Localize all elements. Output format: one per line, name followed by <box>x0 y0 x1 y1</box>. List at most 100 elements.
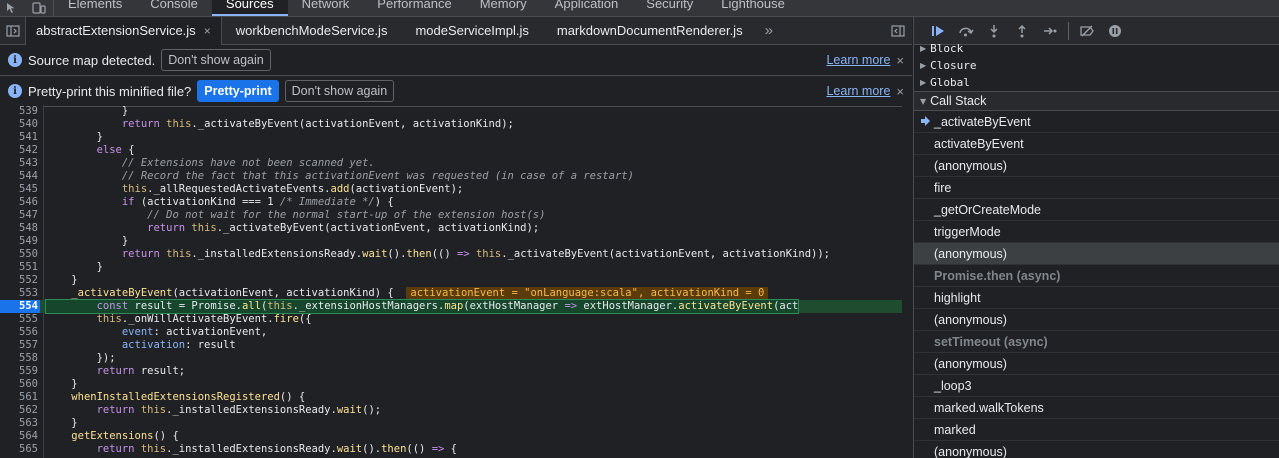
line-number[interactable]: 551 <box>0 261 38 274</box>
call-frame[interactable]: marked.walkTokens <box>914 397 1279 419</box>
toggle-navigator-icon[interactable] <box>0 16 26 45</box>
toggle-debugger-sidebar-icon[interactable] <box>884 24 912 37</box>
line-number[interactable]: 549 <box>0 235 38 248</box>
call-frame[interactable]: _getOrCreateMode <box>914 199 1279 221</box>
line-number[interactable]: 539 <box>0 105 38 118</box>
line-number[interactable]: 541 <box>0 131 38 144</box>
inspect-element-icon[interactable] <box>0 0 24 16</box>
file-tab[interactable]: workbenchModeService.js <box>222 17 402 45</box>
code-line[interactable]: 543 // Extensions have not been scanned … <box>0 157 902 170</box>
line-number[interactable]: 565 <box>0 443 38 456</box>
line-number[interactable]: 561 <box>0 391 38 404</box>
line-number[interactable]: 543 <box>0 157 38 170</box>
dont-show-again-button[interactable]: Don't show again <box>161 49 271 71</box>
code-line[interactable]: 539 } <box>0 105 902 118</box>
file-tab[interactable]: modeServiceImpl.js <box>401 17 542 45</box>
file-tab[interactable]: abstractExtensionService.js × <box>26 16 222 45</box>
line-number[interactable]: 554 <box>0 300 40 313</box>
code-line[interactable]: 561 whenInstalledExtensionsRegistered() … <box>0 391 902 404</box>
scope-closure[interactable]: ▶ Closure <box>914 57 1279 74</box>
code-line[interactable]: 548 return this._activateByEvent(activat… <box>0 222 902 235</box>
code-line[interactable]: 562 return this._installedExtensionsRead… <box>0 404 902 417</box>
code-line[interactable]: 550 return this._installedExtensionsRead… <box>0 248 902 261</box>
line-number[interactable]: 557 <box>0 339 38 352</box>
call-frame[interactable]: (anonymous) <box>914 243 1279 265</box>
call-frame[interactable]: (anonymous) <box>914 155 1279 177</box>
close-tab-icon[interactable]: × <box>204 24 211 38</box>
code-line[interactable]: 563 } <box>0 417 902 430</box>
line-number[interactable]: 553 <box>0 287 38 300</box>
line-number[interactable]: 552 <box>0 274 38 287</box>
step-into-icon[interactable] <box>980 17 1008 45</box>
call-frame[interactable]: activateByEvent <box>914 133 1279 155</box>
code-line[interactable]: 552 } <box>0 274 902 287</box>
line-number[interactable]: 546 <box>0 196 38 209</box>
code-line[interactable]: 541 } <box>0 131 902 144</box>
step-over-icon[interactable] <box>952 17 980 45</box>
deactivate-breakpoints-icon[interactable] <box>1073 17 1101 45</box>
current-execution-line[interactable]: 554 const result = Promise.all(this._ext… <box>0 299 902 314</box>
line-number[interactable]: 559 <box>0 365 38 378</box>
code-line[interactable]: 542 else { <box>0 144 902 157</box>
code-line[interactable]: 545 this._allRequestedActivateEvents.add… <box>0 183 902 196</box>
devtools-tab-performance[interactable]: Performance <box>363 0 465 16</box>
line-number[interactable]: 560 <box>0 378 38 391</box>
line-number[interactable]: 558 <box>0 352 38 365</box>
code-line[interactable]: 546 if (activationKind === 1 /* Immediat… <box>0 196 902 209</box>
devtools-tab-lighthouse[interactable]: Lighthouse <box>707 0 799 16</box>
pretty-print-button[interactable]: Pretty-print <box>197 80 279 102</box>
line-number[interactable]: 545 <box>0 183 38 196</box>
call-frame[interactable]: marked <box>914 419 1279 441</box>
code-line[interactable]: 560 } <box>0 378 902 391</box>
line-number[interactable]: 540 <box>0 118 38 131</box>
code-line[interactable]: 544 // Record the fact that this activat… <box>0 170 902 183</box>
code-line[interactable]: 557 activation: result <box>0 339 902 352</box>
line-number[interactable]: 556 <box>0 326 38 339</box>
call-frame[interactable]: fire <box>914 177 1279 199</box>
devtools-tab-network[interactable]: Network <box>288 0 364 16</box>
call-stack-header[interactable]: ▼ Call Stack <box>914 91 1279 111</box>
scope-global[interactable]: ▶ Global <box>914 74 1279 91</box>
call-frame[interactable]: _activateByEvent <box>914 111 1279 133</box>
code-editor[interactable]: 539 } 540 return this._activateByEvent(ac… <box>0 105 912 458</box>
line-number[interactable]: 555 <box>0 313 38 326</box>
devtools-tab-memory[interactable]: Memory <box>466 0 541 16</box>
line-number[interactable]: 563 <box>0 417 38 430</box>
devtools-tab-security[interactable]: Security <box>632 0 707 16</box>
resume-icon[interactable] <box>924 17 952 45</box>
call-frame[interactable]: (anonymous) <box>914 353 1279 375</box>
file-tab[interactable]: markdownDocumentRenderer.js <box>543 17 757 45</box>
code-line[interactable]: 555 this._onWillActivateByEvent.fire({ <box>0 313 902 326</box>
call-frame[interactable]: (anonymous) <box>914 309 1279 331</box>
code-line[interactable]: 547 // Do not wait for the normal start-… <box>0 209 902 222</box>
close-icon[interactable]: × <box>896 53 904 68</box>
code-line[interactable]: 551 } <box>0 261 902 274</box>
code-line[interactable]: 558 }); <box>0 352 902 365</box>
dont-show-again-button[interactable]: Don't show again <box>284 80 395 102</box>
line-number[interactable]: 562 <box>0 404 38 417</box>
devtools-tab-application[interactable]: Application <box>541 0 633 16</box>
code-line[interactable]: 564 getExtensions() { <box>0 430 902 443</box>
line-number[interactable]: 564 <box>0 430 38 443</box>
call-frame[interactable]: _loop3 <box>914 375 1279 397</box>
line-number[interactable]: 548 <box>0 222 38 235</box>
code-line[interactable]: 559 return result; <box>0 365 902 378</box>
line-number[interactable]: 547 <box>0 209 38 222</box>
editor-scrollbar[interactable] <box>902 105 912 458</box>
code-line[interactable]: 565 return this._installedExtensionsRead… <box>0 443 902 456</box>
close-icon[interactable]: × <box>896 84 904 99</box>
step-out-icon[interactable] <box>1008 17 1036 45</box>
step-icon[interactable] <box>1036 17 1064 45</box>
code-line[interactable]: 553 _activateByEvent(activationEvent, ac… <box>0 287 902 300</box>
pause-on-exceptions-icon[interactable] <box>1101 17 1129 45</box>
learn-more-link[interactable]: Learn more <box>826 84 890 98</box>
call-frame[interactable]: highlight <box>914 287 1279 309</box>
device-toolbar-icon[interactable] <box>24 0 54 16</box>
devtools-tab-elements[interactable]: Elements <box>54 0 136 16</box>
more-tabs-icon[interactable]: » <box>757 22 781 39</box>
line-number[interactable]: 544 <box>0 170 38 183</box>
call-frame[interactable]: triggerMode <box>914 221 1279 243</box>
devtools-tab-console[interactable]: Console <box>136 0 212 16</box>
code-line[interactable]: 549 } <box>0 235 902 248</box>
devtools-tab-sources[interactable]: Sources <box>211 0 288 16</box>
